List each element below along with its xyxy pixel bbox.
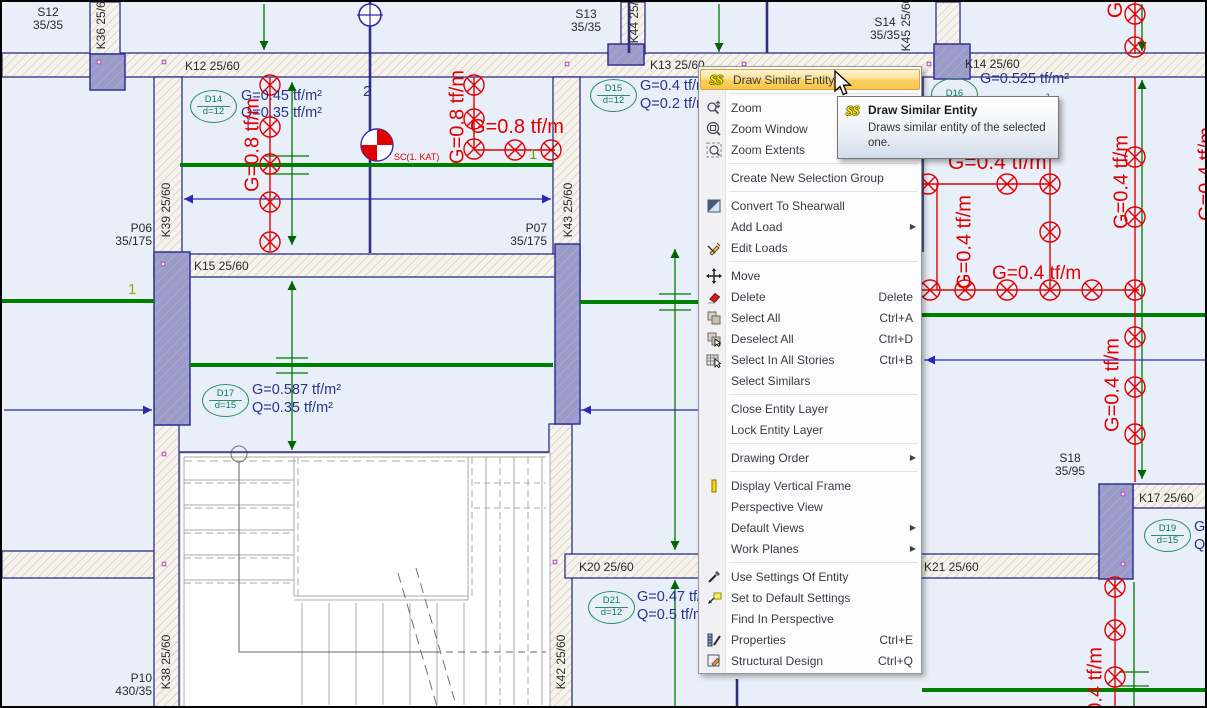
menu-item-select-all[interactable]: Select All Ctrl+A	[699, 307, 921, 328]
dropper-icon	[704, 569, 724, 585]
menu-separator	[729, 93, 918, 94]
cad-application-window: K12 25/60 K13 25/60 K14 25/60 K15 25/60 …	[0, 0, 1207, 708]
mouse-cursor	[832, 70, 858, 98]
zoom-extents-icon	[704, 142, 724, 158]
menu-separator	[729, 261, 918, 262]
vertical-frame-icon	[704, 478, 724, 494]
mass-center-symbol	[361, 129, 393, 161]
menu-item-deselect-all[interactable]: Deselect All Ctrl+D	[699, 328, 921, 349]
menu-separator	[729, 191, 918, 192]
menu-item-drawing-order[interactable]: Drawing Order ▶	[699, 447, 921, 468]
draw-similar-icon: SS	[846, 103, 858, 119]
edit-loads-icon	[704, 240, 724, 256]
menu-item-use-settings-of-entity[interactable]: Use Settings Of Entity	[699, 566, 921, 587]
structural-design-icon	[704, 653, 724, 669]
menu-separator	[729, 394, 918, 395]
properties-icon	[704, 632, 724, 648]
menu-separator	[729, 163, 918, 164]
menu-item-find-in-perspective[interactable]: Find In Perspective	[699, 608, 921, 629]
delete-icon	[704, 289, 724, 305]
select-all-icon	[704, 310, 724, 326]
menu-item-select-in-all-stories[interactable]: Select In All Stories Ctrl+B	[699, 349, 921, 370]
menu-separator	[729, 443, 918, 444]
zoom-window-icon	[704, 121, 724, 137]
menu-item-draw-similar-entity[interactable]: SS Draw Similar Entity	[700, 69, 920, 90]
tooltip-body: Draws similar entity of the selected one…	[868, 121, 1050, 151]
menu-item-properties[interactable]: Properties Ctrl+E	[699, 629, 921, 650]
menu-item-add-load[interactable]: Add Load ▶	[699, 216, 921, 237]
staircase	[180, 446, 550, 708]
menu-item-set-to-default-settings[interactable]: Set to Default Settings	[699, 587, 921, 608]
menu-separator	[729, 562, 918, 563]
menu-item-default-views[interactable]: Default Views ▶	[699, 517, 921, 538]
menu-item-edit-loads[interactable]: Edit Loads	[699, 237, 921, 258]
submenu-arrow-icon: ▶	[910, 544, 916, 553]
menu-separator	[729, 471, 918, 472]
menu-item-select-similars[interactable]: Select Similars	[699, 370, 921, 391]
column-axis-symbol	[357, 2, 383, 28]
menu-item-close-entity-layer[interactable]: Close Entity Layer	[699, 398, 921, 419]
submenu-arrow-icon: ▶	[910, 453, 916, 462]
tooltip-title: Draw Similar Entity	[868, 103, 1050, 117]
move-icon	[704, 268, 724, 284]
submenu-arrow-icon: ▶	[910, 222, 916, 231]
set-default-icon	[704, 590, 724, 606]
menu-item-move[interactable]: Move	[699, 265, 921, 286]
shearwall-icon	[704, 198, 724, 214]
menu-item-lock-entity-layer[interactable]: Lock Entity Layer	[699, 419, 921, 440]
menu-item-work-planes[interactable]: Work Planes ▶	[699, 538, 921, 559]
menu-item-delete[interactable]: Delete Delete	[699, 286, 921, 307]
menu-item-perspective-view[interactable]: Perspective View	[699, 496, 921, 517]
zoom-icon	[704, 100, 724, 116]
menu-item-convert-to-shearwall[interactable]: Convert To Shearwall	[699, 195, 921, 216]
menu-item-structural-design[interactable]: Structural Design Ctrl+Q	[699, 650, 921, 671]
select-in-all-stories-icon	[704, 352, 724, 368]
menu-tooltip: SS Draw Similar Entity Draws similar ent…	[837, 96, 1059, 159]
menu-item-display-vertical-frame[interactable]: Display Vertical Frame	[699, 475, 921, 496]
draw-similar-icon: SS	[706, 72, 726, 88]
submenu-arrow-icon: ▶	[910, 523, 916, 532]
menu-item-create-new-selection-group[interactable]: Create New Selection Group	[699, 167, 921, 188]
deselect-all-icon	[704, 331, 724, 347]
